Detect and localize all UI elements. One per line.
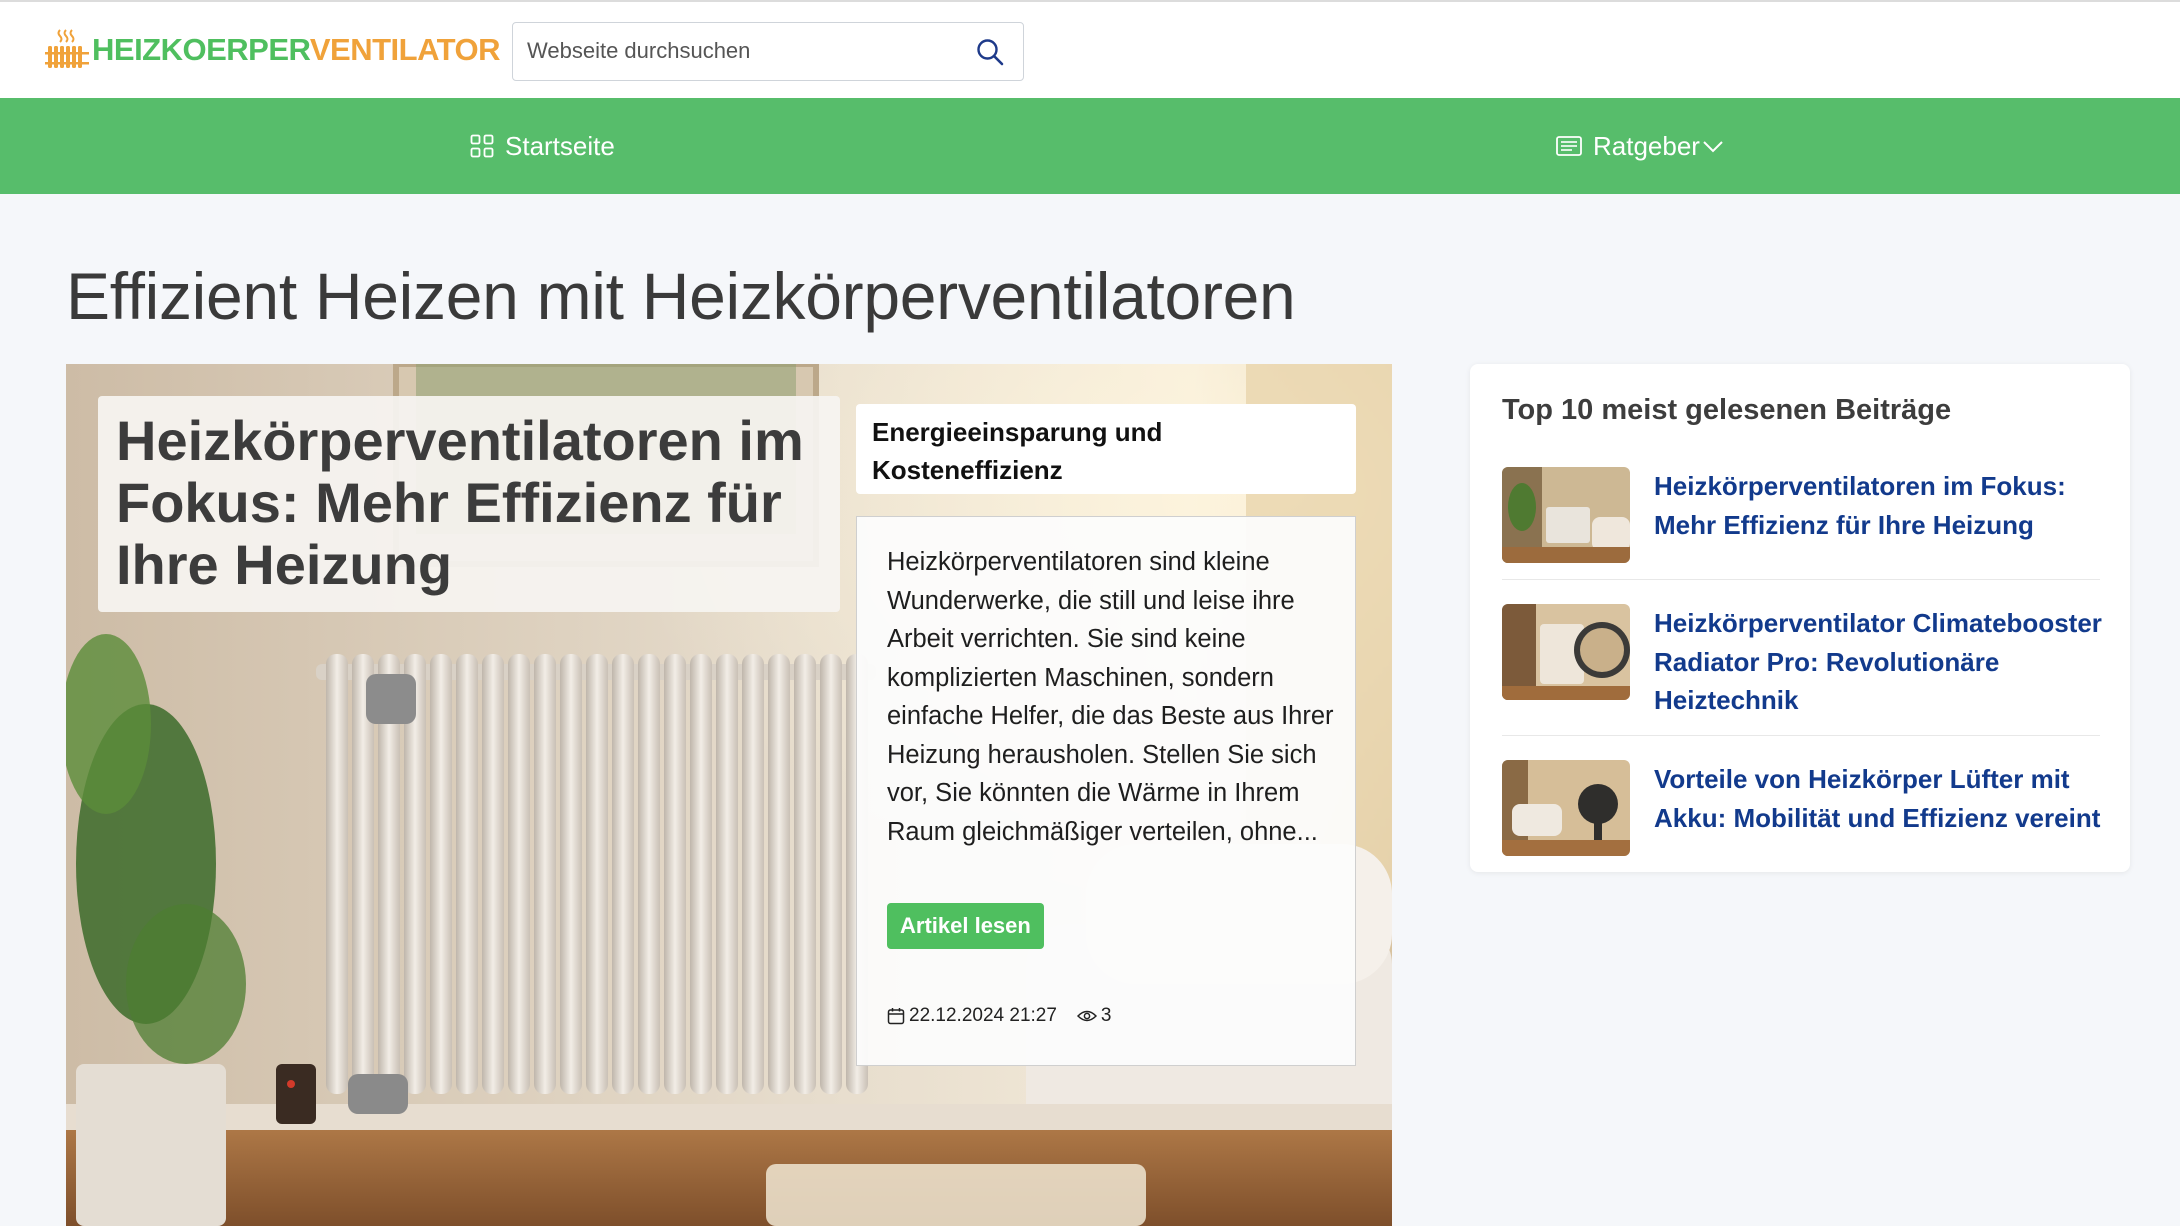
page-title: Effizient Heizen mit Heizkörperventilato…	[66, 259, 1296, 333]
logo-text-part1: HEIZKOERPER	[92, 31, 310, 67]
nav-label-startseite: Startseite	[505, 130, 615, 161]
top-post-title[interactable]: Heizkörperventilator Climatebooster Radi…	[1654, 604, 2104, 720]
post-thumbnail	[1502, 760, 1630, 856]
nav-item-startseite[interactable]: Startseite	[470, 98, 615, 194]
newspaper-icon	[1556, 136, 1582, 156]
calendar-icon	[887, 1008, 905, 1025]
search-icon[interactable]	[975, 37, 1005, 67]
article-meta: 22.12.2024 21:27 3	[887, 1005, 1112, 1027]
featured-title-box[interactable]: Heizkörperventilatoren im Fokus: Mehr Ef…	[98, 396, 840, 612]
radiator-logo-icon	[45, 29, 89, 68]
search-box	[512, 22, 1024, 81]
sidebar-title: Top 10 meist gelesenen Beiträge	[1502, 394, 1952, 426]
search-input[interactable]	[527, 23, 967, 79]
chevron-down-icon	[1703, 141, 1723, 153]
grid-icon	[470, 134, 494, 158]
main-navigation: Startseite Ratgeber	[0, 98, 2180, 194]
view-count: 3	[1100, 1005, 1112, 1026]
post-thumbnail	[1502, 467, 1630, 563]
site-logo[interactable]: HEIZKOERPERVENTILATOR	[44, 24, 501, 74]
featured-article-title[interactable]: Heizkörperventilatoren im Fokus: Mehr Ef…	[116, 410, 822, 596]
sidebar-divider	[1502, 735, 2100, 736]
nav-item-ratgeber[interactable]: Ratgeber	[1556, 98, 1724, 194]
article-excerpt-card: Heizkörperventilatoren sind kleine Wunde…	[856, 516, 1356, 1066]
category-badge[interactable]: Energieeinsparung und Kosteneffizienz	[856, 404, 1356, 494]
top-post-title[interactable]: Vorteile von Heizkörper Lüfter mit Akku:…	[1654, 760, 2104, 837]
logo-wordmark: HEIZKOERPERVENTILATOR	[92, 31, 501, 67]
top-post-title[interactable]: Heizkörperventilatoren im Fokus: Mehr Ef…	[1654, 467, 2104, 544]
read-article-button[interactable]: Artikel lesen	[887, 903, 1044, 949]
nav-label-ratgeber: Ratgeber	[1593, 130, 1700, 161]
top-posts-sidebar: Top 10 meist gelesenen Beiträge Heizkörp…	[1470, 364, 2130, 872]
eye-icon	[1076, 1010, 1097, 1022]
site-header: HEIZKOERPERVENTILATOR	[0, 0, 2180, 98]
article-date: 22.12.2024 21:27	[909, 1005, 1057, 1026]
category-label[interactable]: Energieeinsparung und Kosteneffizienz	[872, 413, 1340, 489]
post-thumbnail	[1502, 604, 1630, 700]
article-excerpt: Heizkörperventilatoren sind kleine Wunde…	[887, 548, 1334, 846]
featured-article: Heizkörperventilatoren im Fokus: Mehr Ef…	[66, 364, 1392, 1226]
logo-text-part2: VENTILATOR	[309, 31, 501, 67]
sidebar-divider	[1502, 579, 2100, 580]
